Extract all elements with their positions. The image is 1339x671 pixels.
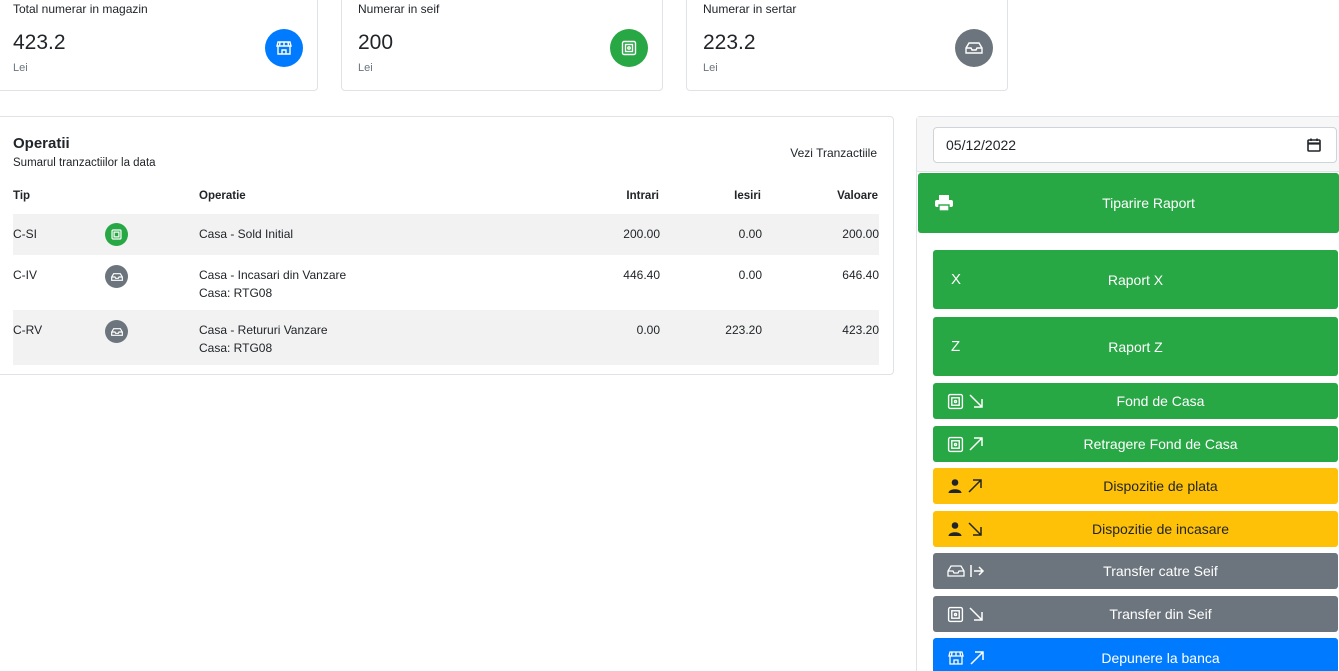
card-unit: Lei — [13, 62, 28, 74]
row-type: C-RV — [13, 323, 43, 337]
date-picker-header: 05/12/2022 — [917, 117, 1339, 172]
column-header-iesiri: Iesiri — [734, 190, 761, 202]
drawer-icon — [105, 320, 128, 343]
card-label: Numerar in sertar — [703, 2, 797, 16]
safe-icon — [610, 29, 648, 67]
report-x-label: Raport X — [1107, 271, 1164, 288]
column-header-intrari: Intrari — [626, 190, 659, 202]
collection-order-label: Dispozitie de incasare — [1092, 521, 1229, 537]
row-intrari: 0.00 — [636, 323, 660, 337]
row-valoare: 423.20 — [842, 323, 879, 337]
transfer-from-safe-label: Transfer din Seif — [1109, 606, 1212, 622]
card-safe-cash: Numerar in seif 200 Lei — [341, 0, 663, 91]
cash-fund-label: Fond de Casa — [1116, 393, 1205, 409]
collection-order-button[interactable]: Dispozitie de incasare — [933, 511, 1338, 547]
operations-panel: Operatii Sumarul tranzactiilor la data V… — [0, 116, 894, 375]
drawer-icon — [105, 265, 128, 288]
row-detail: Casa: RTG08 — [199, 286, 273, 300]
row-type: C-IV — [13, 268, 37, 282]
report-x-button[interactable]: X Raport X — [933, 250, 1338, 309]
row-intrari: 446.40 — [623, 268, 660, 282]
drawer-icon — [955, 29, 993, 67]
withdraw-cash-fund-button[interactable]: Retragere Fond de Casa — [933, 426, 1338, 462]
row-type: C-SI — [13, 227, 37, 241]
cash-fund-button[interactable]: Fond de Casa — [933, 383, 1338, 419]
report-z-label: Raport Z — [1108, 338, 1163, 355]
print-report-label: Tiparire Raport — [1102, 195, 1195, 211]
operations-title: Operatii — [13, 135, 70, 152]
bank-deposit-button[interactable]: Depunere la banca — [933, 638, 1338, 671]
card-value: 223.2 — [703, 31, 756, 54]
row-iesiri: 0.00 — [738, 227, 762, 241]
card-label: Numerar in seif — [358, 2, 440, 16]
card-value: 423.2 — [13, 31, 66, 54]
column-header-tip: Tip — [13, 190, 31, 202]
date-value: 05/12/2022 — [946, 137, 1017, 153]
row-operation: Casa - Incasari din Vanzare — [199, 268, 347, 282]
safe-icon — [105, 223, 128, 246]
calendar-icon[interactable] — [1306, 137, 1322, 153]
report-z-button[interactable]: Z Raport Z — [933, 317, 1338, 376]
row-operation: Casa - Retururi Vanzare — [199, 323, 328, 337]
cash-management-page: Total numerar in magazin 423.2 Lei Numer… — [0, 0, 1339, 671]
row-valoare: 200.00 — [842, 227, 879, 241]
card-value: 200 — [358, 31, 394, 54]
table-row: C-RV Casa - Retururi Vanzare Casa: RTG08… — [13, 310, 879, 365]
row-valoare: 646.40 — [842, 268, 879, 282]
card-unit: Lei — [358, 62, 373, 74]
report-date-input[interactable]: 05/12/2022 — [933, 127, 1337, 163]
column-header-operatie: Operatie — [199, 190, 246, 202]
bank-deposit-label: Depunere la banca — [1101, 650, 1220, 666]
withdraw-cash-fund-label: Retragere Fond de Casa — [1083, 436, 1238, 452]
view-transactions-link[interactable]: Vezi Tranzactiile — [790, 146, 877, 160]
row-intrari: 200.00 — [623, 227, 660, 241]
column-header-valoare: Valoare — [837, 190, 878, 202]
row-detail: Casa: RTG08 — [199, 341, 273, 355]
print-report-button[interactable]: Tiparire Raport — [918, 173, 1339, 233]
card-drawer-cash: Numerar in sertar 223.2 Lei — [686, 0, 1008, 91]
operations-subtitle: Sumarul tranzactiilor la data — [13, 157, 156, 169]
card-unit: Lei — [703, 62, 718, 74]
transfer-to-safe-button[interactable]: Transfer catre Seif — [933, 553, 1338, 589]
actions-panel: 05/12/2022 Tiparire Raport X Raport X Z … — [916, 116, 1339, 671]
payment-order-label: Dispozitie de plata — [1103, 478, 1218, 494]
table-row: C-IV Casa - Incasari din Vanzare Casa: R… — [13, 255, 879, 310]
table-row: C-SI Casa - Sold Initial 200.00 0.00 200… — [13, 214, 879, 255]
row-iesiri: 223.20 — [725, 323, 762, 337]
row-operation: Casa - Sold Initial — [199, 227, 294, 241]
transfer-to-safe-label: Transfer catre Seif — [1103, 563, 1218, 579]
payment-order-button[interactable]: Dispozitie de plata — [933, 468, 1338, 504]
transfer-from-safe-button[interactable]: Transfer din Seif — [933, 596, 1338, 632]
card-label: Total numerar in magazin — [13, 2, 148, 16]
row-iesiri: 0.00 — [738, 268, 762, 282]
store-icon — [265, 29, 303, 67]
card-total-cash: Total numerar in magazin 423.2 Lei — [0, 0, 318, 91]
